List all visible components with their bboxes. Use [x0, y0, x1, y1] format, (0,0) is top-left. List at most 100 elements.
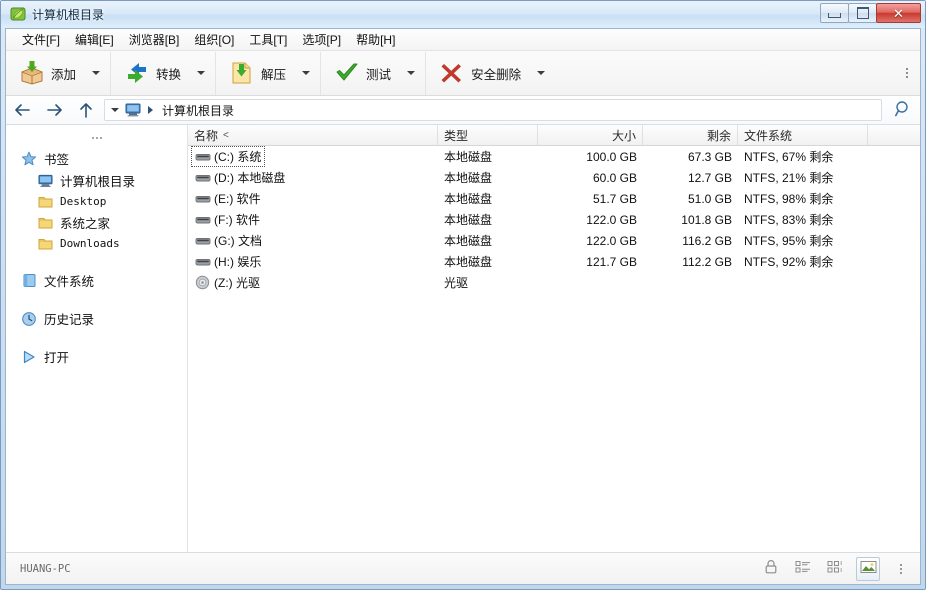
table-row[interactable]: (E:) 软件 本地磁盘 51.7 GB 51.0 GB NTFS, 98% 剩… [188, 188, 920, 209]
status-details-view-button[interactable] [792, 558, 814, 580]
sort-indicator: < [223, 129, 229, 141]
table-row[interactable]: (Z:) 光驱 光驱 [188, 272, 920, 293]
table-row[interactable]: (H:) 娱乐 本地磁盘 121.7 GB 112.2 GB NTFS, 92%… [188, 251, 920, 272]
toolbar-group-secure-delete: 安全删除 [426, 52, 555, 95]
status-list-view-button[interactable] [824, 558, 846, 580]
cell-name-text: (D:) 本地磁盘 [214, 171, 286, 185]
status-overflow-dots-icon[interactable] [890, 558, 912, 580]
table-row[interactable]: (G:) 文档 本地磁盘 122.0 GB 116.2 GB NTFS, 95%… [188, 230, 920, 251]
cell-name: (G:) 文档 [188, 230, 438, 251]
sidebar-item-downloads[interactable]: Downloads [6, 233, 187, 254]
column-header-label: 名称 [194, 128, 219, 143]
sidebar-item-label: 系统之家 [60, 217, 111, 231]
address-bar[interactable]: 计算机根目录 [104, 99, 882, 121]
cell-size: 60.0 GB [592, 170, 637, 185]
sidebar-item-xitongzhijia[interactable]: 系统之家 [6, 212, 187, 233]
application-window: 计算机根目录 ✕ 文件[F] 编辑[E] 浏览器[B] 组织[O] 工具[T] … [0, 0, 926, 590]
cell-size: 51.7 GB [592, 191, 637, 206]
extract-button[interactable]: 解压 [224, 56, 290, 90]
hard-drive-icon [194, 169, 211, 186]
convert-dropdown-button[interactable] [193, 59, 209, 87]
menu-options[interactable]: 选项[P] [295, 29, 349, 50]
extract-dropdown-button[interactable] [298, 59, 314, 87]
menu-file[interactable]: 文件[F] [15, 29, 68, 50]
column-header-free[interactable]: 剩余 [643, 125, 738, 145]
close-button[interactable]: ✕ [876, 3, 921, 23]
column-header-filesystem[interactable]: 文件系统 [738, 125, 868, 145]
up-button[interactable] [70, 97, 102, 124]
column-header-label: 类型 [444, 128, 469, 143]
search-button[interactable] [886, 97, 920, 124]
navigation-bar: 计算机根目录 [6, 96, 920, 125]
secure-delete-button[interactable]: 安全删除 [434, 56, 525, 90]
menu-edit[interactable]: 编辑[E] [68, 29, 122, 50]
add-dropdown-button[interactable] [88, 59, 104, 87]
column-header-size[interactable]: 大小 [538, 125, 643, 145]
secure-delete-dropdown-button[interactable] [533, 59, 549, 87]
test-dropdown-button[interactable] [403, 59, 419, 87]
maximize-button[interactable] [848, 3, 877, 23]
computer-icon [124, 100, 142, 120]
sidebar-item-desktop[interactable]: Desktop [6, 191, 187, 212]
sidebar-item-computer-root[interactable]: 计算机根目录 [6, 170, 187, 191]
sidebar-item-bookmarks[interactable]: 书签 [6, 147, 187, 170]
folder-icon [36, 193, 54, 211]
test-button[interactable]: 测试 [329, 56, 395, 90]
computer-icon [36, 172, 54, 190]
menu-tools[interactable]: 工具[T] [242, 29, 295, 50]
menu-browser[interactable]: 浏览器[B] [122, 29, 188, 50]
cell-name: (Z:) 光驱 [188, 272, 438, 293]
cell-free: 116.2 GB [682, 233, 732, 248]
add-box-icon [18, 59, 46, 87]
column-header-name[interactable]: 名称 < [188, 125, 438, 145]
chevron-down-icon [537, 71, 546, 75]
table-row[interactable]: (F:) 软件 本地磁盘 122.0 GB 101.8 GB NTFS, 83%… [188, 209, 920, 230]
file-list-rows: (C:) 系统 本地磁盘 100.0 GB 67.3 GB NTFS, 67% … [188, 146, 920, 293]
extract-button-label: 解压 [261, 67, 287, 82]
cell-filesystem: NTFS, 83% 剩余 [744, 213, 834, 227]
check-mark-icon [333, 59, 361, 87]
cell-size: 100.0 GB [586, 149, 637, 164]
chevron-right-icon[interactable] [142, 100, 158, 120]
secure-delete-button-label: 安全删除 [471, 67, 522, 82]
cell-name: (F:) 软件 [188, 209, 438, 230]
sidebar-item-open[interactable]: 打开 [6, 345, 187, 368]
back-button[interactable] [6, 97, 38, 124]
column-header-label: 大小 [611, 128, 636, 143]
menu-organize[interactable]: 组织[O] [187, 29, 242, 50]
arrow-up-icon [79, 102, 93, 119]
minimize-button[interactable] [820, 3, 849, 23]
menu-help[interactable]: 帮助[H] [349, 29, 403, 50]
add-button[interactable]: 添加 [14, 56, 80, 90]
column-header-filler [868, 125, 920, 145]
close-icon: ✕ [893, 5, 904, 21]
sidebar-item-filesystem[interactable]: 文件系统 [6, 269, 187, 292]
forward-button[interactable] [38, 97, 70, 124]
table-row[interactable]: (D:) 本地磁盘 本地磁盘 60.0 GB 12.7 GB NTFS, 21%… [188, 167, 920, 188]
cell-size [538, 272, 643, 293]
status-thumbnail-view-button[interactable] [856, 556, 880, 581]
filesystem-icon [20, 272, 38, 290]
column-header-label: 文件系统 [744, 128, 793, 143]
sidebar-item-label: 书签 [44, 153, 70, 167]
add-button-label: 添加 [51, 67, 77, 82]
chevron-down-icon[interactable] [105, 100, 124, 120]
file-list-header: 名称 < 类型 大小 剩余 文件系统 [188, 125, 920, 146]
overflow-dots-icon[interactable] [900, 64, 914, 82]
status-lock-button[interactable] [760, 558, 782, 580]
minimize-icon [828, 13, 841, 18]
table-row[interactable]: (C:) 系统 本地磁盘 100.0 GB 67.3 GB NTFS, 67% … [188, 146, 920, 167]
cell-free: 101.8 GB [681, 212, 732, 227]
cell-free [643, 272, 738, 293]
details-view-icon [795, 560, 811, 577]
convert-button[interactable]: 转换 [119, 56, 185, 90]
sidebar-item-history[interactable]: 历史记录 [6, 307, 187, 330]
sidebar-dots-icon[interactable] [6, 125, 187, 147]
cell-name-text: (Z:) 光驱 [214, 276, 260, 290]
arrow-left-icon [14, 103, 31, 117]
column-header-type[interactable]: 类型 [438, 125, 538, 145]
file-list-pane: 名称 < 类型 大小 剩余 文件系统 (C:) 系统 本地磁盘 100.0 GB… [188, 125, 920, 552]
sidebar-item-label: Downloads [60, 237, 120, 250]
